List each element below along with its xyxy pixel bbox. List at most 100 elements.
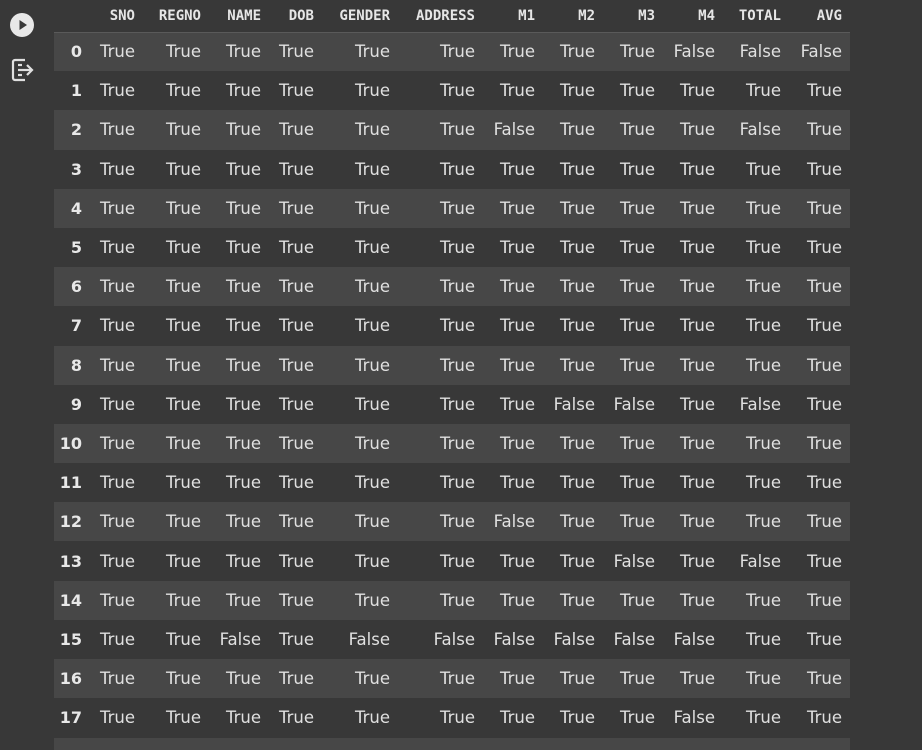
- cell-m1: True: [499, 669, 535, 689]
- row-index: 9: [70, 394, 82, 414]
- cell-m1: True: [499, 42, 535, 62]
- cell-address: True: [439, 590, 475, 610]
- cell-m1: True: [499, 355, 535, 375]
- cell-address: False: [433, 629, 475, 649]
- row-index: 11: [59, 473, 82, 493]
- row-index: 6: [70, 277, 82, 297]
- cell-name: True: [225, 159, 261, 179]
- cell-address: True: [439, 551, 475, 571]
- cell-sno: True: [99, 316, 135, 336]
- cell-m3: True: [619, 355, 655, 375]
- cell-name: True: [225, 81, 261, 101]
- cell-m1: False: [493, 120, 535, 140]
- row-index: 16: [59, 669, 82, 689]
- cell-gender: True: [354, 669, 390, 689]
- cell-m2: True: [559, 316, 595, 336]
- cell-avg: True: [806, 708, 842, 728]
- cell-m1: True: [499, 433, 535, 453]
- cell-m4: True: [679, 159, 715, 179]
- run-cell-button[interactable]: [10, 13, 34, 37]
- cell-m3: True: [619, 590, 655, 610]
- cell-gender: True: [354, 590, 390, 610]
- column-header-avg: AVG: [789, 0, 850, 33]
- cell-gender: True: [354, 198, 390, 218]
- cell-m2: True: [559, 473, 595, 493]
- cell-address: True: [439, 120, 475, 140]
- column-header-total: TOTAL: [723, 0, 789, 33]
- cell-sno: True: [99, 198, 135, 218]
- cell-m4: True: [679, 473, 715, 493]
- cell-regno: True: [165, 669, 201, 689]
- cell-regno: True: [165, 512, 201, 532]
- output-menu-button[interactable]: [10, 57, 36, 83]
- cell-address: True: [439, 708, 475, 728]
- dataframe-table: SNO REGNO NAME DOB GENDER ADDRESS M1 M2 M3 M4 TOTA…: [54, 0, 850, 738]
- column-header-regno: REGNO: [143, 0, 209, 33]
- cell-avg: True: [806, 473, 842, 493]
- cell-total: False: [739, 42, 781, 62]
- row-index: 4: [70, 198, 82, 218]
- cell-dob: True: [278, 238, 314, 258]
- cell-m4: False: [673, 42, 715, 62]
- cell-sno: True: [99, 708, 135, 728]
- cell-m3: True: [619, 81, 655, 101]
- table-row: 4 True True True True True True True True True Tru…: [54, 188, 850, 228]
- cell-address: True: [439, 669, 475, 689]
- column-header-m2: M2: [543, 0, 603, 33]
- index-header: [54, 0, 88, 33]
- cell-regno: True: [165, 551, 201, 571]
- cell-total: True: [745, 238, 781, 258]
- cell-m2: True: [559, 277, 595, 297]
- row-index: 12: [59, 512, 82, 532]
- output-redirect-icon: [11, 58, 34, 82]
- cell-m3: True: [619, 159, 655, 179]
- cell-m2: True: [559, 355, 595, 375]
- cell-total: True: [745, 81, 781, 101]
- cell-avg: True: [806, 669, 842, 689]
- cell-m2: False: [553, 629, 595, 649]
- cell-avg: True: [806, 590, 842, 610]
- cell-m2: True: [559, 238, 595, 258]
- table-row: 10 True True True True True True True True True Tr…: [54, 423, 850, 464]
- cell-avg: True: [806, 433, 842, 453]
- cell-gender: True: [354, 355, 390, 375]
- cell-dob: True: [278, 708, 314, 728]
- cell-regno: True: [165, 42, 201, 62]
- cell-address: True: [439, 512, 475, 532]
- cell-m3: True: [619, 120, 655, 140]
- cell-gender: True: [354, 120, 390, 140]
- cell-m2: True: [559, 120, 595, 140]
- cell-m2: True: [559, 81, 595, 101]
- cell-name: True: [225, 433, 261, 453]
- cell-avg: True: [806, 198, 842, 218]
- row-index: 0: [70, 42, 82, 62]
- cell-regno: True: [165, 81, 201, 101]
- cell-name: True: [225, 277, 261, 297]
- cell-sno: True: [99, 473, 135, 493]
- cell-total: True: [745, 629, 781, 649]
- cell-total: False: [739, 120, 781, 140]
- cell-sno: True: [99, 238, 135, 258]
- cell-m1: True: [499, 198, 535, 218]
- cell-total: True: [745, 512, 781, 532]
- row-index: 2: [70, 120, 82, 140]
- row-index: 8: [70, 355, 82, 375]
- cell-m2: True: [559, 433, 595, 453]
- cell-avg: True: [806, 277, 842, 297]
- cell-m2: True: [559, 512, 595, 532]
- cell-m3: False: [613, 394, 655, 414]
- table-row: 3 True True True True True True True True True Tru…: [54, 149, 850, 189]
- cell-address: True: [439, 159, 475, 179]
- cell-output: SNO REGNO NAME DOB GENDER ADDRESS M1 M2 M3 M4 TOTA…: [54, 0, 922, 750]
- cell-sno: True: [99, 159, 135, 179]
- column-header-name: NAME: [209, 0, 269, 33]
- cell-name: True: [225, 669, 261, 689]
- cell-avg: True: [806, 394, 842, 414]
- table-row: 8 True True True True True True True True True Tru…: [54, 345, 850, 385]
- cell-dob: True: [278, 159, 314, 179]
- cell-name: True: [225, 708, 261, 728]
- row-index: 3: [70, 159, 82, 179]
- table-row: 9 True True True True True True True False False T…: [54, 384, 850, 424]
- cell-sno: True: [99, 669, 135, 689]
- table-row: 16 True True True True True True True True True Tr…: [54, 659, 850, 699]
